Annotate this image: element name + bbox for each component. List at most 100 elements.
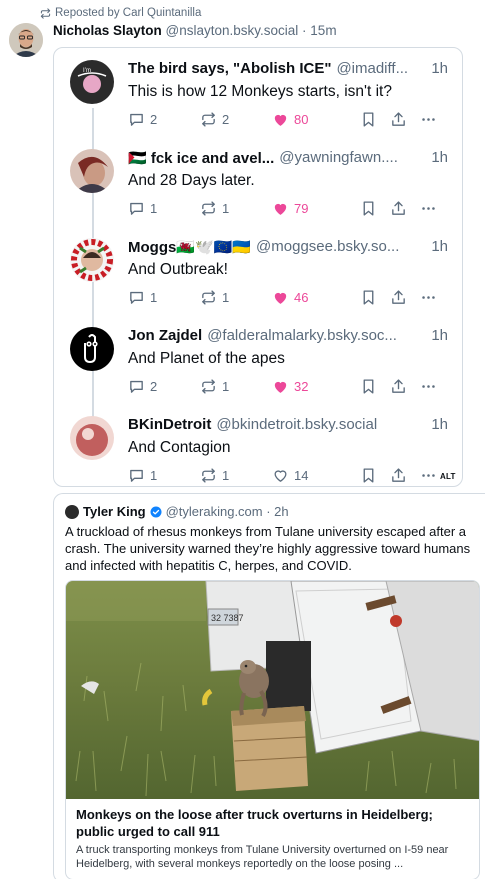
post-header: Nicholas Slayton @nslayton.bsky.social ·… xyxy=(53,23,337,38)
repost-icon xyxy=(40,7,51,19)
share-button[interactable] xyxy=(390,289,407,306)
avatar[interactable] xyxy=(9,23,43,57)
reposted-by[interactable]: Reposted by Carl Quintanilla xyxy=(40,7,201,19)
quoted-author-handle[interactable]: @tyleraking.com · 2h xyxy=(166,504,289,519)
more-options-button[interactable] xyxy=(420,111,437,128)
repost-count: 2 xyxy=(222,112,230,127)
avatar[interactable] xyxy=(70,416,114,460)
more-options-button[interactable] xyxy=(420,200,437,217)
like-count: 32 xyxy=(294,379,309,394)
avatar[interactable] xyxy=(70,149,114,193)
more-options-button[interactable] xyxy=(420,467,437,484)
post-time[interactable]: 1h xyxy=(431,327,448,344)
repost-count: 1 xyxy=(222,201,230,216)
repost-icon xyxy=(202,290,215,305)
author-handle[interactable]: @moggsee.bsky.so... xyxy=(256,238,423,256)
link-card[interactable]: 32 7387 Monkeys on the loose after truck… xyxy=(65,580,480,879)
like-button[interactable]: 14 xyxy=(272,467,308,484)
avatar[interactable] xyxy=(70,327,114,371)
reply-icon xyxy=(130,202,143,215)
share-button[interactable] xyxy=(390,200,407,217)
quoted-author-name[interactable]: Tyler King xyxy=(83,504,146,519)
repost-icon xyxy=(202,379,215,394)
thread-post[interactable]: Moggs🏴󠁧󠁢󠁷󠁬󠁳󠁿🕊️🇪🇺🇺🇦 @moggsee.bsky.so... 1h A… xyxy=(54,226,462,315)
reply-button[interactable]: 1 xyxy=(128,200,157,217)
reply-button[interactable]: 2 xyxy=(128,111,157,128)
bookmark-button[interactable] xyxy=(360,200,377,217)
like-icon xyxy=(274,203,287,215)
reply-button[interactable]: 1 xyxy=(128,289,157,306)
link-card-title[interactable]: Monkeys on the loose after truck overtur… xyxy=(76,806,471,840)
post-header: BKinDetroit @bkindetroit.bsky.social 1h xyxy=(128,416,448,433)
like-button[interactable]: 79 xyxy=(272,200,308,217)
bookmark-button[interactable] xyxy=(360,111,377,128)
bookmark-icon xyxy=(363,379,374,394)
like-button[interactable]: 80 xyxy=(272,111,308,128)
thread-post[interactable]: Jon Zajdel @falderalmalarky.bsky.soc... 1h… xyxy=(54,315,462,404)
author-handle[interactable]: @nslayton.bsky.social · 15m xyxy=(166,23,337,38)
repost-button[interactable]: 1 xyxy=(200,467,229,484)
thread-post[interactable]: BKinDetroit @bkindetroit.bsky.social 1h And… xyxy=(54,404,462,486)
like-count: 80 xyxy=(294,112,309,127)
like-button[interactable]: 32 xyxy=(272,378,308,395)
repost-button[interactable]: 1 xyxy=(200,289,229,306)
author-name[interactable]: The bird says, "Abolish ICE" xyxy=(128,60,331,77)
author-name[interactable]: BKinDetroit xyxy=(128,416,211,433)
repost-button[interactable]: 2 xyxy=(200,111,229,128)
reply-button[interactable]: 1 xyxy=(128,467,157,484)
author-handle[interactable]: @bkindetroit.bsky.social xyxy=(216,416,423,433)
post-actions: 1 1 14 ALT xyxy=(128,467,455,486)
share-icon xyxy=(392,468,405,482)
share-button[interactable] xyxy=(390,378,407,395)
bookmark-button[interactable] xyxy=(360,467,377,484)
quoted-avatar[interactable] xyxy=(65,504,79,519)
repost-button[interactable]: 1 xyxy=(200,200,229,217)
bookmark-button[interactable] xyxy=(360,378,377,395)
more-icon xyxy=(422,296,435,299)
post-header: Moggs🏴󠁧󠁢󠁷󠁬󠁳󠁿🕊️🇪🇺🇺🇦 @moggsee.bsky.so... 1h xyxy=(128,238,448,256)
repost-icon xyxy=(202,468,215,483)
bookmark-button[interactable] xyxy=(360,289,377,306)
author-name[interactable]: Nicholas Slayton xyxy=(53,23,162,38)
post-actions: 2 1 32 xyxy=(128,378,448,398)
post-time[interactable]: 1h xyxy=(431,238,448,256)
like-icon xyxy=(274,114,287,126)
post-text: And Planet of the apes xyxy=(128,350,285,367)
post-text: And 28 Days later. xyxy=(128,172,255,189)
author-handle[interactable]: @yawningfawn.... xyxy=(279,149,423,167)
more-icon xyxy=(422,474,435,477)
repost-count: 1 xyxy=(222,290,230,305)
more-options-button[interactable] xyxy=(420,378,437,395)
post-text: This is how 12 Monkeys starts, isn't it? xyxy=(128,83,392,100)
more-icon xyxy=(422,385,435,388)
avatar[interactable] xyxy=(70,238,114,282)
alt-badge[interactable]: ALT xyxy=(440,472,456,481)
author-handle[interactable]: @imadiff... xyxy=(336,60,423,77)
more-icon xyxy=(422,207,435,210)
like-count: 79 xyxy=(294,201,309,216)
quoted-post[interactable]: Tyler King @tyleraking.com · 2h A truckl… xyxy=(53,493,485,879)
author-handle[interactable]: @falderalmalarky.bsky.soc... xyxy=(207,327,423,344)
share-button[interactable] xyxy=(390,111,407,128)
author-name[interactable]: Moggs🏴󠁧󠁢󠁷󠁬󠁳󠁿🕊️🇪🇺🇺🇦 xyxy=(128,238,251,256)
repost-button[interactable]: 1 xyxy=(200,378,229,395)
quoted-post-header: Tyler King @tyleraking.com · 2h xyxy=(65,504,289,519)
share-button[interactable] xyxy=(390,467,407,484)
svg-text:32 7387: 32 7387 xyxy=(211,613,244,623)
reply-button[interactable]: 2 xyxy=(128,378,157,395)
thread-post[interactable]: 🇵🇸 fck ice and avel... @yawningfawn.... 1h… xyxy=(54,137,462,226)
quoted-thread[interactable]: I’m The bird says, "Abolish ICE" @imadiff.… xyxy=(53,47,463,487)
post-header: 🇵🇸 fck ice and avel... @yawningfawn.... 1h xyxy=(128,149,448,167)
share-icon xyxy=(392,290,405,304)
more-options-button[interactable] xyxy=(420,289,437,306)
post-time[interactable]: 1h xyxy=(431,60,448,77)
share-icon xyxy=(392,201,405,215)
author-name[interactable]: 🇵🇸 fck ice and avel... xyxy=(128,149,274,167)
post-time[interactable]: 1h xyxy=(431,149,448,167)
like-count: 46 xyxy=(294,290,309,305)
like-button[interactable]: 46 xyxy=(272,289,308,306)
avatar[interactable]: I’m xyxy=(70,60,114,104)
thread-post[interactable]: I’m The bird says, "Abolish ICE" @imadiff.… xyxy=(54,48,462,137)
post-time[interactable]: 1h xyxy=(431,416,448,433)
author-name[interactable]: Jon Zajdel xyxy=(128,327,202,344)
